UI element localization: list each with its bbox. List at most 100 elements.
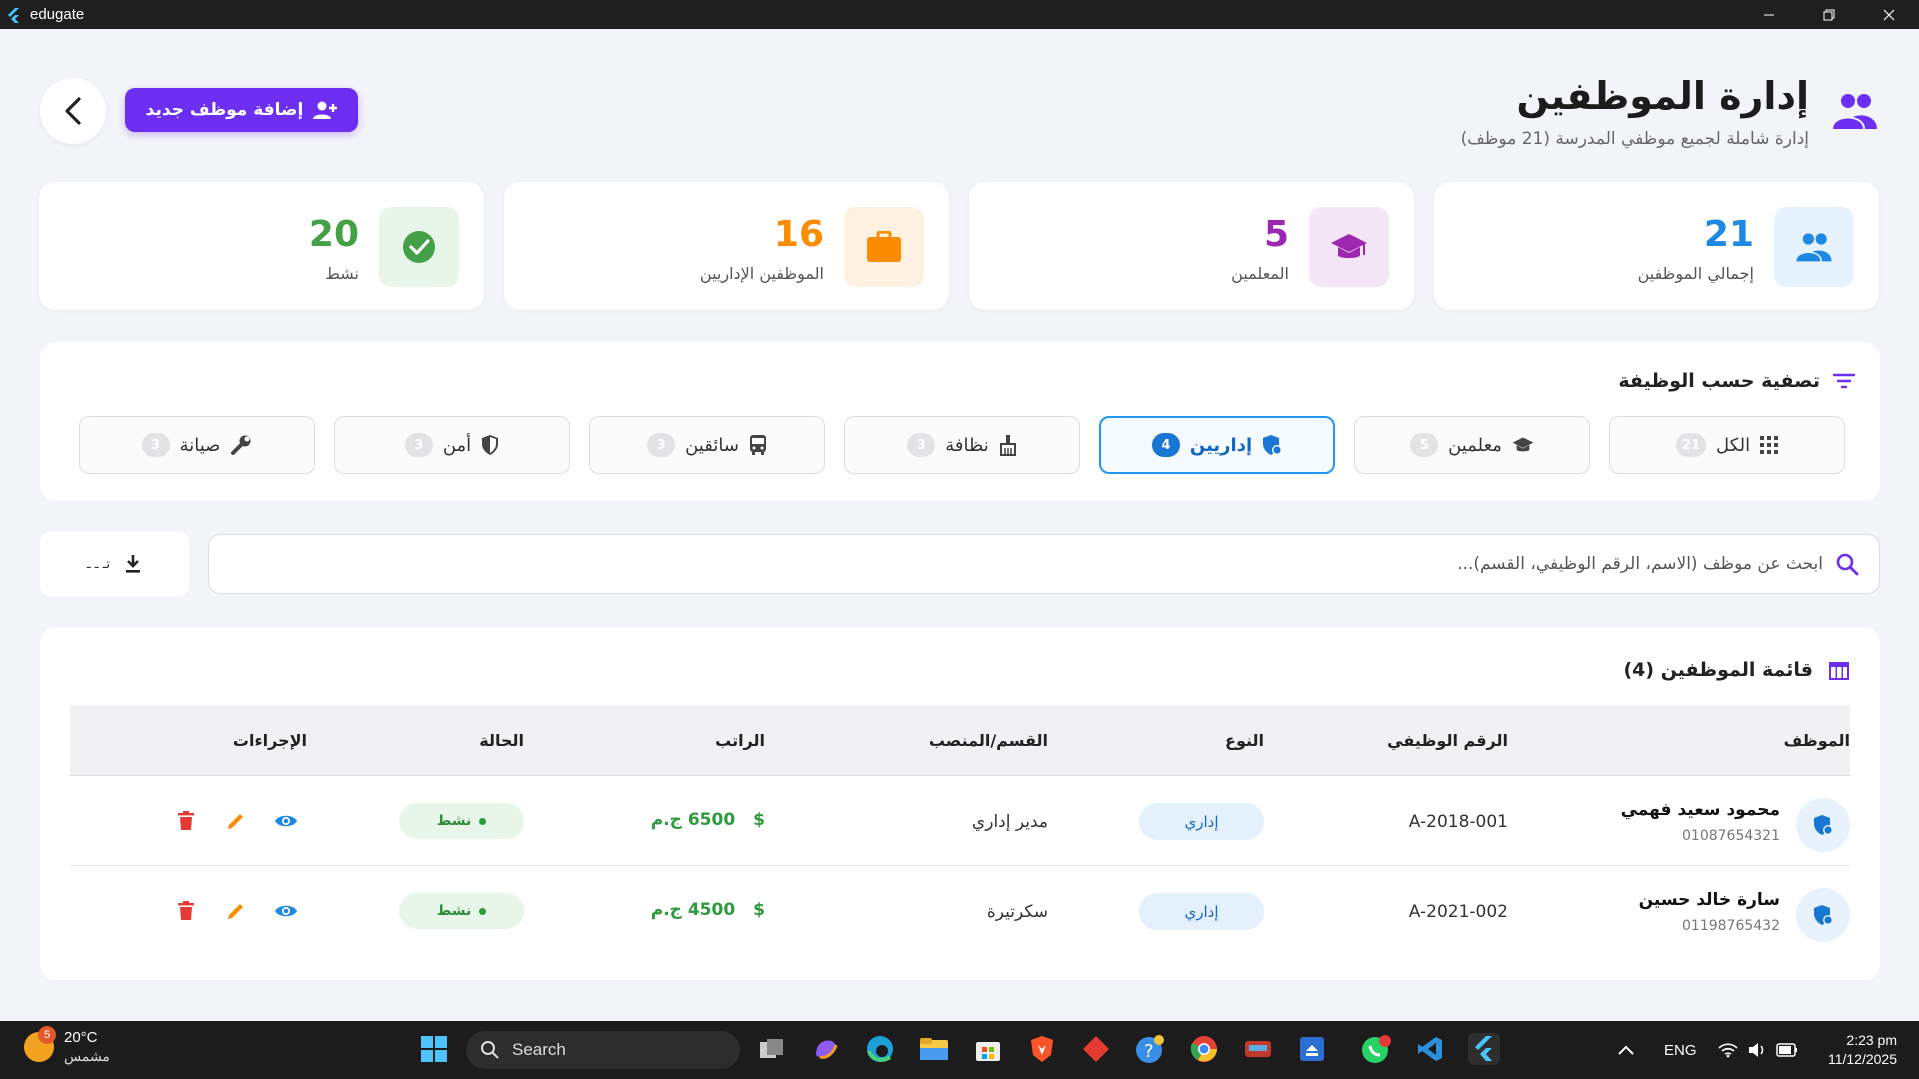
wifi-icon: [1718, 1043, 1738, 1058]
chip-label: أمن: [442, 434, 472, 456]
table-row: سارة خالد حسين 01198765432 A-2021-002 إد…: [70, 866, 1850, 956]
app-stack-icon[interactable]: [1296, 1033, 1328, 1065]
status-dot: [479, 817, 487, 825]
app-diamond-icon[interactable]: [1080, 1033, 1112, 1065]
flutter-app-taskbar-icon[interactable]: [1468, 1033, 1500, 1065]
delete-button[interactable]: [173, 808, 199, 834]
dollar-icon: $: [753, 810, 765, 830]
salary-value: 4500 ج.م: [650, 900, 736, 920]
window-title: edugate: [30, 6, 85, 23]
dollar-icon: $: [753, 900, 765, 920]
col-type: النوع: [1225, 731, 1264, 750]
app-tray-icon[interactable]: [1242, 1033, 1274, 1065]
sun-icon: 5: [24, 1026, 56, 1062]
table-icon: [1829, 662, 1849, 680]
system-tray[interactable]: [1718, 1021, 1798, 1079]
filter-chip-security[interactable]: أمن 3: [334, 416, 570, 474]
weather-widget[interactable]: 5 20°C مشمس: [24, 1026, 110, 1065]
view-button[interactable]: [273, 898, 299, 924]
chrome-icon[interactable]: [1188, 1033, 1220, 1065]
stat-icon-box: [379, 207, 459, 287]
employee-dept: مدير إداري: [971, 812, 1048, 832]
chip-label: معلمين: [1448, 434, 1502, 456]
employee-phone: 01198765432: [1682, 918, 1780, 934]
bus-icon: [749, 435, 766, 455]
clock-date: 11/12/2025: [1827, 1051, 1897, 1067]
filter-chip-cleaning[interactable]: نظافة 3: [844, 416, 1080, 474]
filter-chip-admins[interactable]: إداريين 4: [1099, 416, 1335, 474]
employee-salary: $ 6500 ج.م: [651, 810, 765, 830]
edit-button[interactable]: [223, 808, 249, 834]
edge-icon[interactable]: [864, 1033, 896, 1065]
search-box: [208, 534, 1880, 594]
salary-value: 6500 ج.م: [650, 810, 736, 830]
file-explorer-icon[interactable]: [918, 1033, 950, 1065]
employee-salary: $ 4500 ج.م: [651, 900, 765, 920]
filter-chip-maintenance[interactable]: صيانة 3: [79, 416, 315, 474]
chip-count: 21: [1675, 433, 1707, 457]
start-button[interactable]: [418, 1033, 450, 1065]
stat-card-admin: 16 الموظفين الإداريين: [504, 182, 949, 310]
chip-label: سائقين: [685, 434, 739, 456]
stat-card-total: 21 إجمالي الموظفين: [1434, 182, 1879, 310]
employee-name: سارة خالد حسين: [1638, 890, 1780, 910]
search-input[interactable]: [209, 554, 1823, 574]
restore-button[interactable]: [1799, 0, 1859, 29]
chip-label: نظافة: [945, 434, 989, 456]
col-dept: القسم/المنصب: [928, 731, 1048, 750]
brave-icon[interactable]: [1026, 1033, 1058, 1065]
stat-icon-box: [844, 207, 924, 287]
stat-label: نشط: [325, 264, 359, 283]
status-badge: نشط: [399, 893, 524, 929]
close-button[interactable]: [1859, 0, 1919, 29]
chip-count: 3: [141, 433, 170, 457]
check-circle-icon: [403, 231, 435, 263]
search-icon: [481, 1041, 499, 1059]
type-badge: إداري: [1139, 803, 1264, 840]
vscode-icon[interactable]: [1414, 1033, 1446, 1065]
back-button[interactable]: [40, 78, 106, 144]
export-button[interactable]: تـ ـ ـ: [40, 531, 189, 597]
filter-chip-drivers[interactable]: سائقين 3: [589, 416, 825, 474]
minimize-button[interactable]: [1739, 0, 1799, 29]
clock[interactable]: 2:23 pm 11/12/2025: [1828, 1031, 1897, 1069]
stat-value: 5: [1263, 214, 1289, 255]
delete-button[interactable]: [173, 898, 199, 924]
filter-chip-teachers[interactable]: معلمين 5: [1354, 416, 1590, 474]
weather-label: مشمس: [64, 1048, 110, 1064]
filter-icon: [1833, 373, 1855, 389]
volume-icon: [1749, 1043, 1764, 1057]
help-icon[interactable]: ?: [1134, 1033, 1166, 1065]
filter-chip-all[interactable]: الكل 21: [1609, 416, 1845, 474]
employee-dept: سكرتيرة: [986, 902, 1048, 922]
table-header: الموظف الرقم الوظيفي النوع القسم/المنصب …: [70, 705, 1850, 776]
status-text: نشط: [436, 813, 472, 829]
page-title: إدارة الموظفين: [1516, 74, 1809, 118]
filter-panel: تصفية حسب الوظيفة الكل 21 معلمين 5 إداري…: [40, 342, 1880, 501]
edit-button[interactable]: [223, 898, 249, 924]
graduation-cap-icon: [1512, 437, 1534, 452]
taskbar-search[interactable]: Search: [466, 1031, 740, 1069]
language-indicator[interactable]: ENG: [1664, 1021, 1697, 1079]
tray-chevron-icon[interactable]: [1618, 1021, 1634, 1079]
task-view-icon[interactable]: [756, 1033, 788, 1065]
pencil-icon: [228, 904, 243, 919]
eye-icon: [275, 905, 297, 917]
chip-count: 3: [907, 433, 936, 457]
pencil-icon: [228, 814, 243, 829]
whatsapp-icon[interactable]: [1360, 1033, 1392, 1065]
copilot-icon[interactable]: [810, 1033, 842, 1065]
taskbar-search-label: Search: [512, 1040, 566, 1059]
store-icon[interactable]: [972, 1033, 1004, 1065]
stat-label: إجمالي الموظفين: [1637, 264, 1754, 283]
stat-icon-box: [1774, 207, 1854, 287]
status-text: نشط: [436, 903, 472, 919]
grid-icon: [1760, 436, 1779, 454]
export-label: تـ ـ ـ: [86, 556, 111, 572]
add-employee-button[interactable]: إضافة موظف جديد: [125, 88, 358, 132]
stat-value: 21: [1703, 214, 1754, 255]
view-button[interactable]: [273, 808, 299, 834]
stat-value: 20: [308, 214, 359, 255]
employees-table-panel: قائمة الموظفين (4) الموظف الرقم الوظيفي …: [40, 627, 1880, 980]
employee-id: A-2021-002: [1408, 902, 1508, 922]
